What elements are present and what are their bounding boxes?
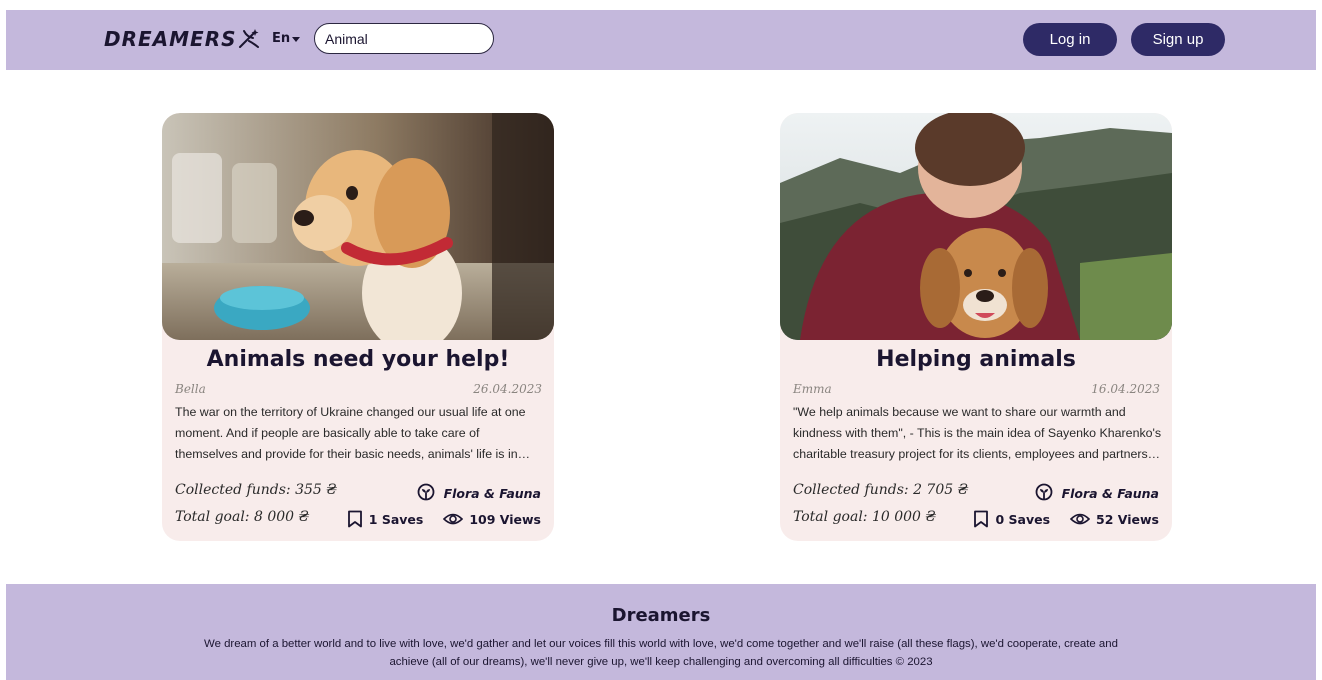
category-label: Flora & Fauna <box>1061 485 1159 501</box>
card-date: 16.04.2023 <box>1091 382 1160 396</box>
saves-count: 1 Saves <box>368 511 424 527</box>
language-selector[interactable]: En <box>272 31 290 46</box>
card-stats: 1 Saves 109 Views <box>347 510 541 528</box>
card-author: Bella <box>175 382 206 396</box>
views-count: 52 Views <box>1096 511 1159 527</box>
card-author: Emma <box>793 382 832 396</box>
category-label: Flora & Fauna <box>443 485 541 501</box>
views-count: 109 Views <box>469 511 541 527</box>
eye-icon <box>443 513 464 525</box>
search-input[interactable] <box>314 23 494 54</box>
project-card[interactable]: Animals need your help! Bella 26.04.2023… <box>162 113 554 541</box>
footer-title: Dreamers <box>611 605 711 626</box>
card-date: 26.04.2023 <box>473 382 542 396</box>
category-tag[interactable]: Flora & Fauna <box>1034 483 1159 503</box>
top-nav-bar: DREAMERS En Log in Sign up <box>6 10 1316 70</box>
page: DREAMERS En Log in Sign up <box>0 0 1322 680</box>
project-card[interactable]: Helping animals Emma 16.04.2023 "We help… <box>780 113 1172 541</box>
puppy-photo[interactable] <box>162 113 554 340</box>
footer: Dreamers We dream of a better world and … <box>6 584 1316 680</box>
plant-icon <box>1035 483 1053 501</box>
sparkle-icon <box>239 29 259 48</box>
bookmark-icon[interactable] <box>347 510 363 528</box>
eye-icon <box>1070 513 1091 525</box>
card-description: "We help animals because we want to shar… <box>793 405 1162 461</box>
logo-text[interactable]: DREAMERS <box>104 27 237 51</box>
category-tag[interactable]: Flora & Fauna <box>416 483 541 503</box>
card-stats: 0 Saves 52 Views <box>973 510 1159 528</box>
footer-text: We dream of a better world and to live w… <box>204 638 1118 668</box>
chevron-down-icon[interactable] <box>292 37 300 42</box>
signup-button[interactable]: Sign up <box>1131 23 1225 56</box>
plant-icon <box>417 483 435 501</box>
collected-funds: Collected funds: 2 705 ₴ <box>793 482 969 498</box>
man-hugging-dog-photo[interactable] <box>780 113 1172 340</box>
login-button[interactable]: Log in <box>1023 23 1117 56</box>
saves-count: 0 Saves <box>995 511 1051 527</box>
collected-funds: Collected funds: 355 ₴ <box>175 482 338 498</box>
card-title[interactable]: Animals need your help! <box>162 347 554 372</box>
total-goal: Total goal: 8 000 ₴ <box>175 509 310 525</box>
card-description: The war on the territory of Ukraine chan… <box>175 405 530 461</box>
total-goal: Total goal: 10 000 ₴ <box>793 509 937 525</box>
bookmark-icon[interactable] <box>973 510 989 528</box>
card-title[interactable]: Helping animals <box>780 347 1172 372</box>
